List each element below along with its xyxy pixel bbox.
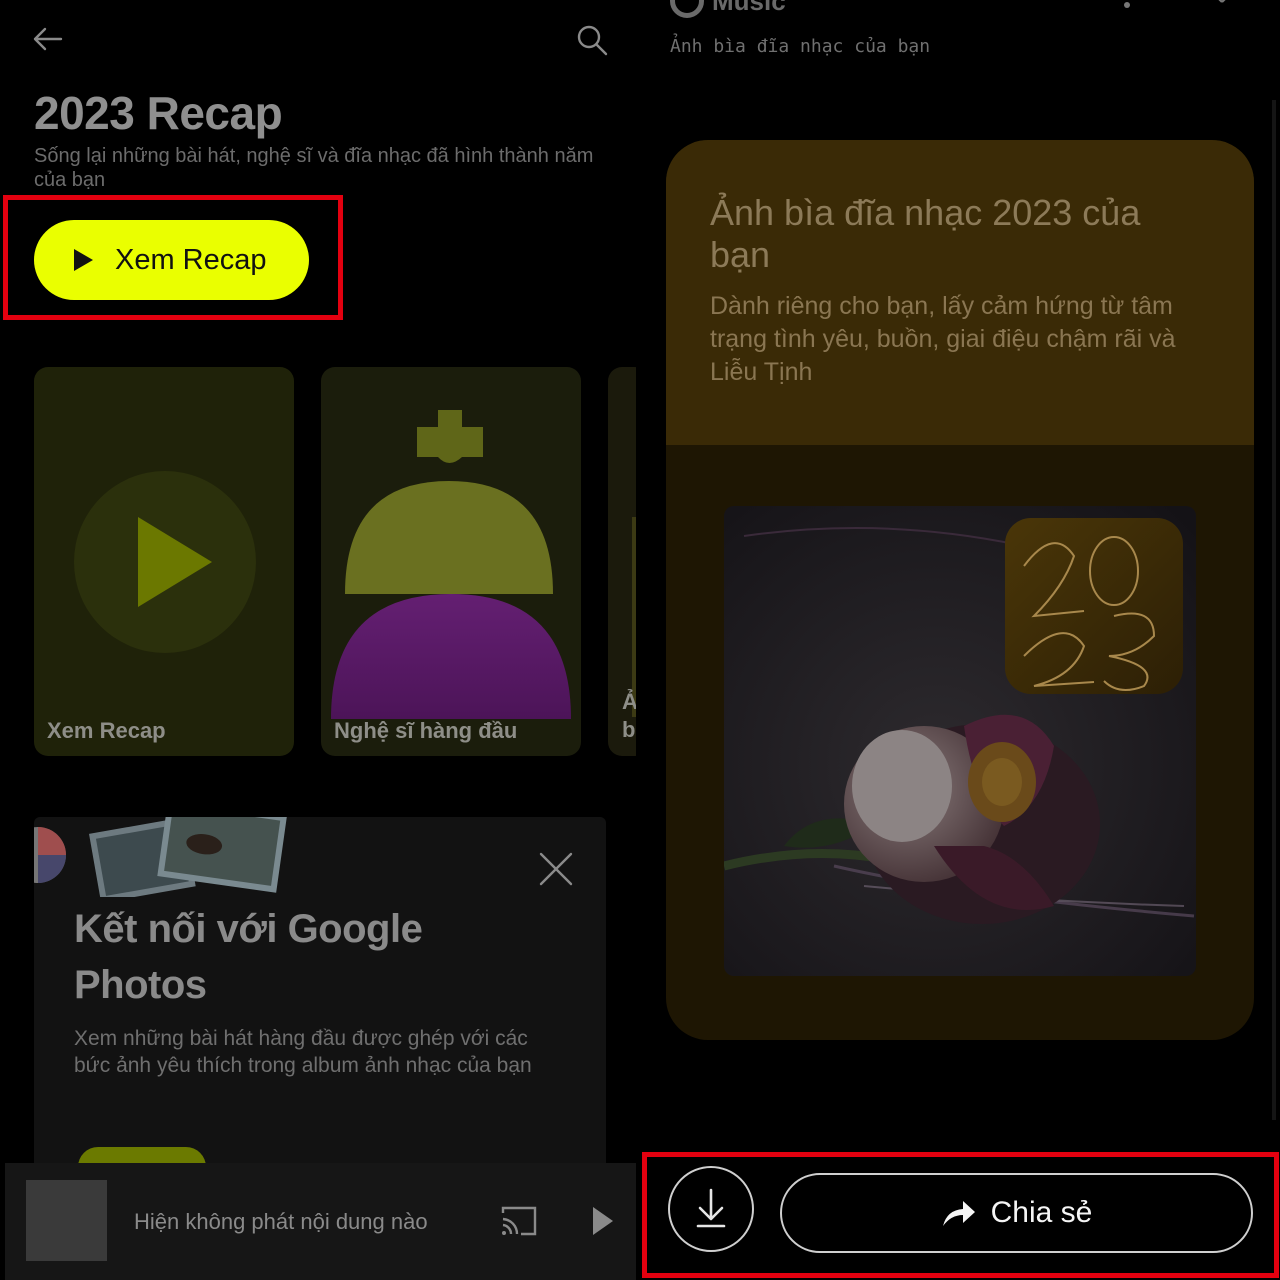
recap-card-watch[interactable]: Xem Recap	[34, 367, 294, 756]
search-button[interactable]	[572, 20, 612, 60]
card-label: Nghệ sĩ hàng đầu	[334, 718, 518, 743]
now-playing-text: Hiện không phát nội dung nào	[134, 1209, 428, 1234]
app-header: Music	[670, 0, 786, 18]
card-label: Ả b	[622, 689, 636, 742]
recap-screen: 2023 Recap Sống lại những bài hát, nghệ …	[0, 0, 636, 1280]
app-logo-icon	[670, 0, 704, 18]
album-cover-card: Ảnh bìa đĩa nhạc 2023 của bạn Dành riêng…	[666, 140, 1254, 1040]
arrow-left-icon	[33, 27, 63, 51]
mini-player[interactable]: Hiện không phát nội dung nào	[5, 1163, 636, 1280]
close-icon	[1218, 0, 1226, 3]
recap-card-top-artists[interactable]: Nghệ sĩ hàng đầu	[321, 367, 581, 756]
cast-icon	[501, 1206, 537, 1236]
scrollbar[interactable]	[1272, 100, 1276, 1120]
share-label: Chia sẻ	[990, 1196, 1093, 1229]
close-button[interactable]	[1204, 0, 1236, 12]
album-art-image	[724, 506, 1196, 976]
close-button[interactable]	[536, 849, 576, 889]
play-button[interactable]	[589, 1203, 617, 1239]
play-circle-icon	[74, 471, 256, 653]
artist-shape-icon	[331, 410, 571, 719]
highlight-box	[3, 195, 343, 320]
album-cover-screen: Music Ảnh bìa đĩa nhạc của bạn Ảnh bìa đ…	[640, 0, 1280, 1280]
track-thumbnail	[26, 1180, 107, 1261]
album-cover-description: Dành riêng cho bạn, lấy cảm hứng từ tâm …	[710, 292, 1176, 386]
download-icon	[696, 1188, 726, 1228]
photos-illustration	[34, 817, 288, 897]
google-photos-title: Kết nối với Google Photos	[74, 907, 423, 1007]
back-button[interactable]	[28, 20, 68, 60]
more-options-icon[interactable]	[1124, 2, 1130, 8]
card-label: Xem Recap	[47, 718, 166, 743]
album-cover-header: Ảnh bìa đĩa nhạc 2023 của bạn Dành riêng…	[666, 140, 1254, 445]
album-cover-title: Ảnh bìa đĩa nhạc 2023 của bạn	[710, 192, 1141, 275]
download-button[interactable]	[668, 1166, 754, 1252]
google-photos-body: Xem những bài hát hàng đầu được ghép với…	[74, 1027, 532, 1077]
share-button[interactable]: Chia sẻ	[780, 1173, 1253, 1253]
page-subtitle: Sống lại những bài hát, nghệ sĩ và đĩa n…	[34, 145, 594, 191]
close-icon	[539, 852, 573, 886]
screen-subtitle: Ảnh bìa đĩa nhạc của bạn	[670, 36, 931, 57]
play-icon	[593, 1207, 613, 1235]
share-arrow-icon	[942, 1201, 975, 1226]
search-icon	[577, 25, 608, 56]
app-name: Music	[712, 0, 786, 16]
cast-button[interactable]	[499, 1203, 539, 1239]
page-title: 2023 Recap	[34, 87, 283, 139]
recap-card-album-cover[interactable]: Ả b	[608, 367, 636, 756]
